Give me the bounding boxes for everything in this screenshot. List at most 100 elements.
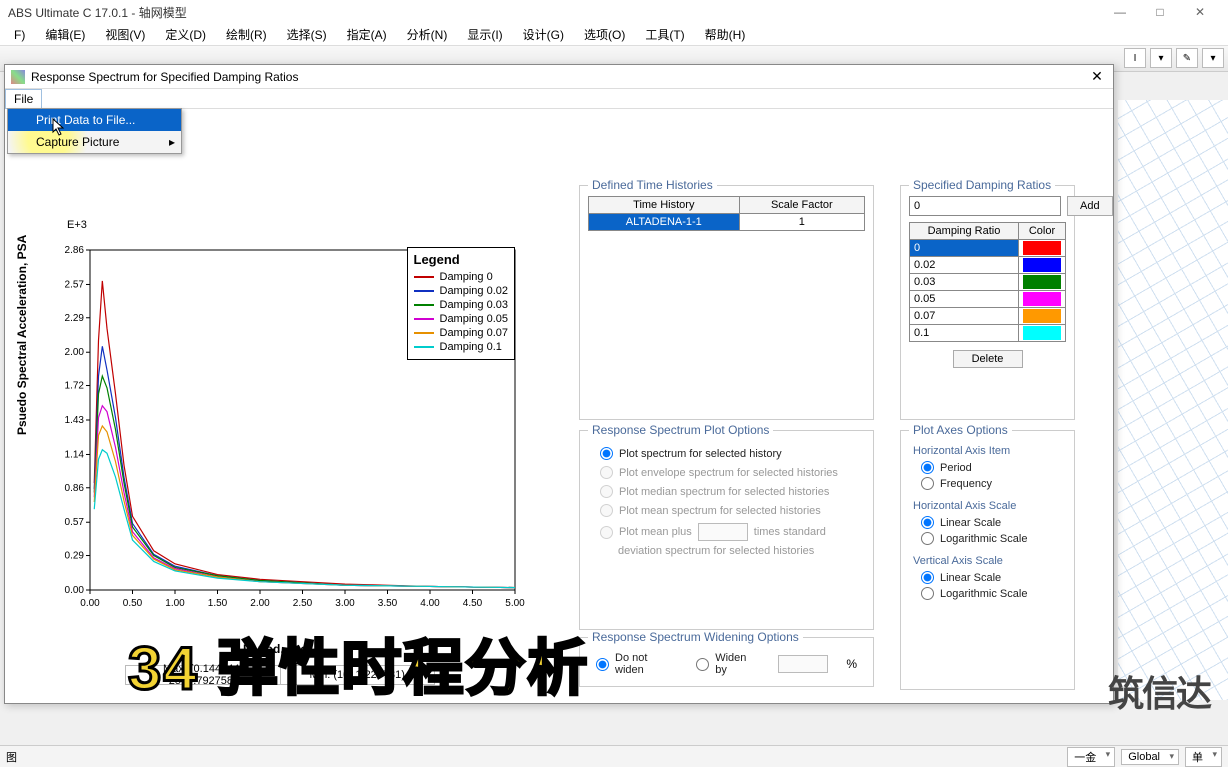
watermark-logo: 筑信达	[1108, 665, 1210, 717]
color-swatch[interactable]	[1023, 258, 1061, 272]
model-grid-bg	[1118, 100, 1228, 700]
damping-table[interactable]: Damping RatioColor00.020.030.050.070.1	[909, 222, 1066, 342]
th-col-scale: Scale Factor	[739, 197, 864, 214]
menu-item[interactable]: 帮助(H)	[695, 26, 756, 43]
axes-option-row[interactable]: Period	[921, 461, 1058, 474]
axes-radio[interactable]	[921, 461, 934, 474]
svg-text:2.29: 2.29	[65, 313, 85, 324]
main-menubar: F)编辑(E)视图(V)定义(D)绘制(R)选择(S)指定(A)分析(N)显示(…	[0, 24, 1228, 46]
menu-item[interactable]: 设计(G)	[513, 26, 574, 43]
toolbar-btn-a[interactable]: I	[1124, 48, 1146, 68]
svg-text:1.43: 1.43	[65, 415, 85, 426]
dialog-close-icon[interactable]: ✕	[1087, 68, 1107, 85]
color-swatch[interactable]	[1023, 309, 1061, 323]
delete-button[interactable]: Delete	[953, 350, 1023, 368]
svg-text:1.14: 1.14	[65, 449, 85, 460]
menu-item[interactable]: 绘制(R)	[216, 26, 277, 43]
axes-sub-title: Horizontal Axis Scale	[913, 500, 1066, 512]
menu-item[interactable]: 工具(T)	[635, 26, 694, 43]
app-title: ABS Ultimate C 17.0.1 - 轴网模型	[8, 4, 187, 21]
plot-option-row[interactable]: Plot spectrum for selected history	[600, 447, 853, 460]
menu-item[interactable]: 视图(V)	[95, 26, 155, 43]
status-combo-1[interactable]: 一金	[1067, 747, 1115, 767]
color-swatch[interactable]	[1023, 241, 1061, 255]
color-swatch[interactable]	[1023, 292, 1061, 306]
submenu-arrow-icon: ▸	[169, 135, 175, 149]
axes-option-row[interactable]: Logarithmic Scale	[921, 587, 1058, 600]
plot-option-radio[interactable]	[600, 447, 613, 460]
add-button[interactable]: Add	[1067, 196, 1113, 216]
axes-option-row[interactable]: Linear Scale	[921, 571, 1058, 584]
svg-text:1.00: 1.00	[165, 598, 185, 609]
legend-entry: Damping 0.1	[414, 341, 509, 353]
menu-item[interactable]: 定义(D)	[155, 26, 216, 43]
legend-entry: Damping 0.07	[414, 327, 509, 339]
overlay-caption: 34 弹性时程分析	[128, 620, 589, 707]
gb-defined-title: Defined Time Histories	[588, 178, 717, 192]
svg-text:2.50: 2.50	[293, 598, 313, 609]
menu-item[interactable]: 选项(O)	[574, 26, 635, 43]
axes-radio[interactable]	[921, 587, 934, 600]
toolbar-btn-c[interactable]: ✎	[1176, 48, 1198, 68]
table-row[interactable]: 0	[910, 240, 1066, 257]
damping-input[interactable]	[909, 196, 1061, 216]
plot-option-row: Plot envelope spectrum for selected hist…	[600, 466, 853, 479]
plot-option-row: Plot mean spectrum for selected historie…	[600, 504, 853, 517]
status-combo-2[interactable]: Global	[1121, 749, 1179, 765]
axes-sub-title: Horizontal Axis Item	[913, 445, 1066, 457]
print-data-item[interactable]: Print Data to File...	[8, 109, 181, 131]
capture-picture-item[interactable]: Capture Picture▸	[8, 131, 181, 153]
close-icon[interactable]: ✕	[1180, 5, 1220, 19]
menu-item[interactable]: 分析(N)	[397, 26, 458, 43]
axes-sub-title: Vertical Axis Scale	[913, 555, 1066, 567]
table-row[interactable]: 0.05	[910, 291, 1066, 308]
toolbar-btn-b[interactable]: ▾	[1150, 48, 1172, 68]
menu-item[interactable]: 指定(A)	[337, 26, 397, 43]
time-history-table[interactable]: Time HistoryScale Factor ALTADENA-1-11	[588, 196, 865, 231]
table-row[interactable]: ALTADENA-1-11	[589, 214, 865, 231]
svg-text:0.86: 0.86	[65, 483, 85, 494]
axes-option-row[interactable]: Linear Scale	[921, 516, 1058, 529]
status-combo-3[interactable]: 单	[1185, 747, 1222, 767]
widen-by-row[interactable]: Widen by	[696, 652, 760, 676]
axes-radio[interactable]	[921, 532, 934, 545]
color-swatch[interactable]	[1023, 275, 1061, 289]
maximize-icon[interactable]: □	[1140, 5, 1180, 19]
table-row[interactable]: 0.03	[910, 274, 1066, 291]
axes-option-row[interactable]: Logarithmic Scale	[921, 532, 1058, 545]
menu-item[interactable]: 编辑(E)	[35, 26, 95, 43]
menu-item[interactable]: 显示(I)	[457, 26, 512, 43]
file-dropdown: Print Data to File... Capture Picture▸	[7, 108, 182, 154]
svg-text:0.29: 0.29	[65, 551, 85, 562]
axes-radio[interactable]	[921, 571, 934, 584]
axes-option-row[interactable]: Frequency	[921, 477, 1058, 490]
svg-text:1.72: 1.72	[65, 381, 85, 392]
svg-text:2.00: 2.00	[250, 598, 270, 609]
damping-ratios-group: Specified Damping Ratios Add Damping Rat…	[900, 185, 1075, 420]
mean-plus-prefix: Plot mean plus	[619, 526, 692, 538]
dialog-file-menu[interactable]: File	[5, 89, 42, 109]
svg-text:3.00: 3.00	[335, 598, 355, 609]
percent-label: %	[846, 657, 857, 671]
table-row[interactable]: 0.1	[910, 325, 1066, 342]
do-not-widen-row[interactable]: Do not widen	[596, 652, 678, 676]
menu-item[interactable]: 选择(S)	[277, 26, 337, 43]
axes-options-group: Plot Axes Options Horizontal Axis ItemPe…	[900, 430, 1075, 690]
minimize-icon[interactable]: —	[1100, 5, 1140, 19]
widen-by-radio[interactable]	[696, 658, 709, 671]
table-row[interactable]: 0.02	[910, 257, 1066, 274]
legend-entry: Damping 0.03	[414, 299, 509, 311]
axes-radio[interactable]	[921, 516, 934, 529]
legend-entry: Damping 0	[414, 271, 509, 283]
svg-text:4.00: 4.00	[420, 598, 440, 609]
axes-radio[interactable]	[921, 477, 934, 490]
gb-axes-title: Plot Axes Options	[909, 423, 1012, 437]
menu-item[interactable]: F)	[4, 28, 35, 42]
plot-option-row: Plot median spectrum for selected histor…	[600, 485, 853, 498]
svg-text:3.50: 3.50	[378, 598, 398, 609]
do-not-widen-radio[interactable]	[596, 658, 609, 671]
toolbar-btn-d[interactable]: ▾	[1202, 48, 1224, 68]
color-swatch[interactable]	[1023, 326, 1061, 340]
table-row[interactable]: 0.07	[910, 308, 1066, 325]
dialog-title: Response Spectrum for Specified Damping …	[31, 70, 298, 84]
